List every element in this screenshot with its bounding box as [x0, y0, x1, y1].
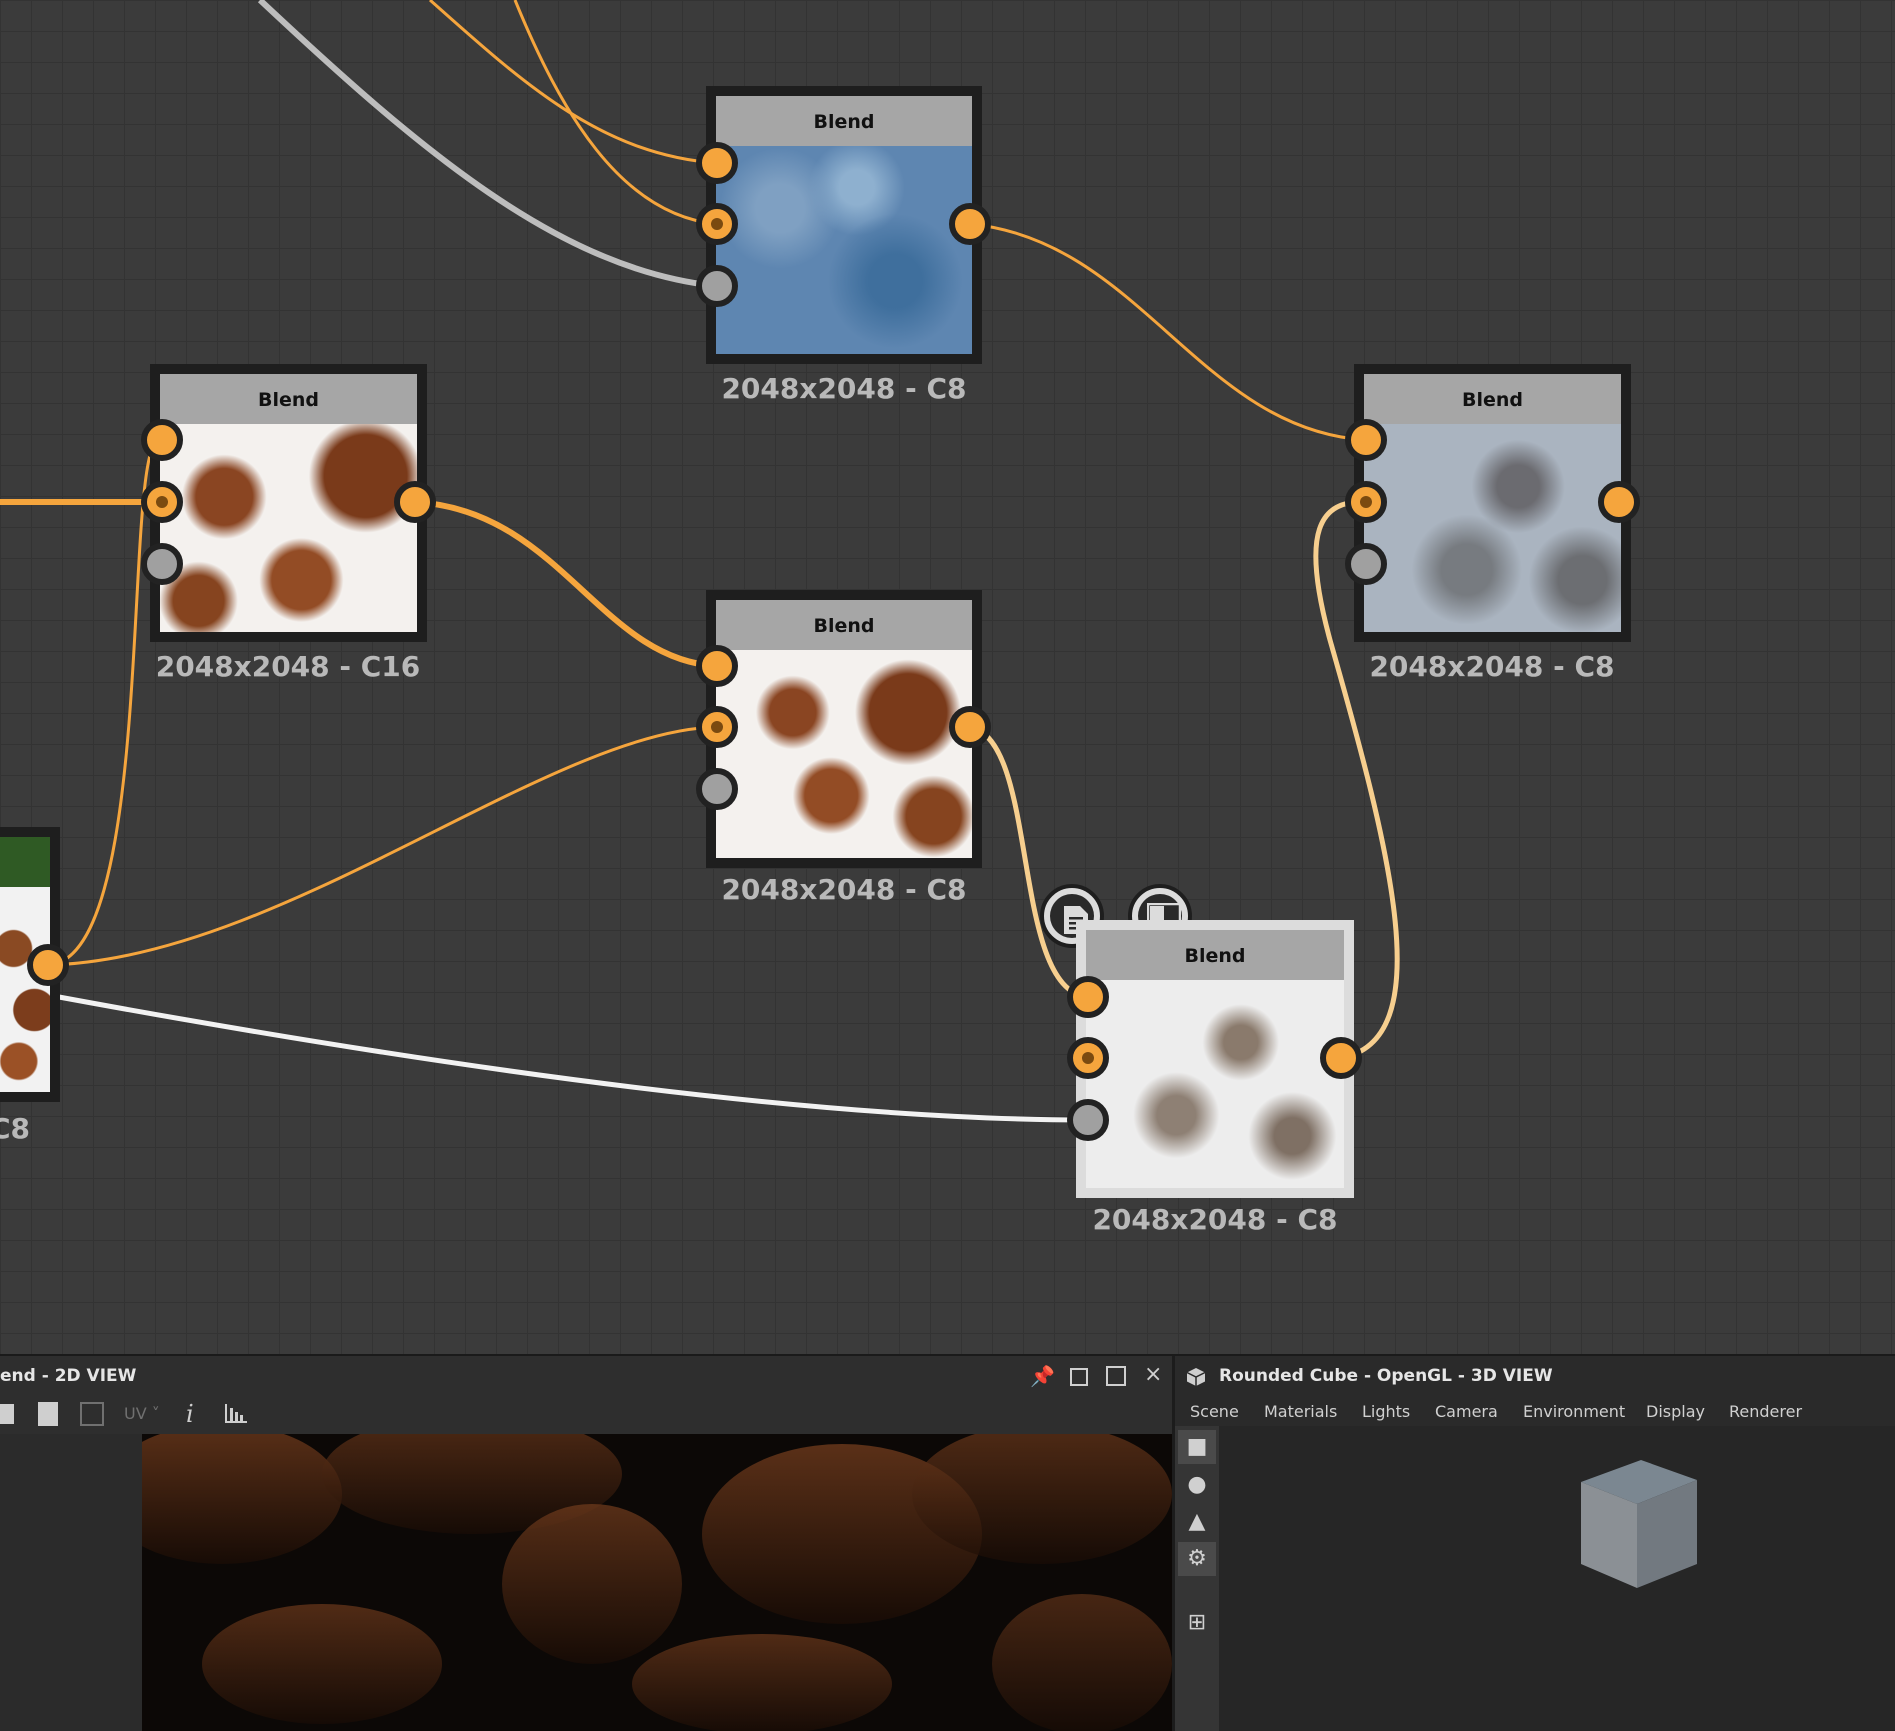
menu-camera[interactable]: Camera [1435, 1402, 1498, 1421]
mask-port[interactable] [1067, 1099, 1109, 1141]
node-resolution-label: 2048x2048 - C8 [1092, 1203, 1338, 1236]
view-2d-panel: end - 2D VIEW 📌 × UV ˅ i [0, 1356, 1172, 1731]
node-title: Blend [716, 96, 972, 146]
output-port[interactable] [949, 706, 991, 748]
node-resolution-label: C8 [0, 1112, 30, 1145]
input-port[interactable] [141, 481, 183, 523]
node-thumbnail [1364, 424, 1621, 632]
output-port[interactable] [394, 481, 436, 523]
blend-node-top[interactable]: Blend [706, 86, 982, 364]
input-port[interactable] [1067, 976, 1109, 1018]
mask-port[interactable] [1345, 543, 1387, 585]
viewport-3d[interactable] [1219, 1426, 1895, 1731]
wire [414, 499, 718, 669]
menu-renderer[interactable]: Renderer [1729, 1402, 1802, 1421]
float-icon[interactable] [1070, 1368, 1088, 1386]
node-graph-canvas[interactable]: C8 Blend 2048x2048 - C8 Blend 2048x2048 … [0, 0, 1895, 1354]
light-icon[interactable]: ● [1178, 1468, 1216, 1502]
blend-node-left[interactable]: Blend [150, 364, 427, 642]
uv-dropdown[interactable]: UV ˅ [124, 1404, 160, 1423]
rounded-cube-model [1581, 1460, 1697, 1588]
wire [257, 0, 718, 289]
wireframe-icon[interactable]: ⊞ [1178, 1606, 1216, 1640]
input-port[interactable] [1345, 481, 1387, 523]
node-resolution-label: 2048x2048 - C8 [1369, 650, 1615, 683]
tile-icon[interactable] [80, 1402, 104, 1426]
wire [47, 438, 163, 967]
wire [47, 992, 1089, 1123]
wire [969, 222, 1367, 442]
wire [429, 0, 718, 165]
histogram-icon[interactable] [224, 1402, 248, 1424]
node-thumbnail [716, 650, 972, 858]
pin-icon[interactable]: 📌 [1030, 1364, 1055, 1388]
menu-materials[interactable]: Materials [1264, 1402, 1337, 1421]
output-port[interactable] [1320, 1037, 1362, 1079]
environment-icon[interactable]: ▲ [1178, 1505, 1216, 1539]
menu-lights[interactable]: Lights [1362, 1402, 1410, 1421]
maximize-icon[interactable] [1106, 1366, 1126, 1386]
node-resolution-label: 2048x2048 - C8 [721, 372, 967, 405]
output-port[interactable] [949, 203, 991, 245]
node-title: Blend [160, 374, 417, 424]
cube-icon [1186, 1368, 1206, 1386]
wire [47, 725, 718, 967]
info-icon[interactable]: i [186, 1400, 194, 1428]
wire [513, 0, 718, 226]
mask-port[interactable] [141, 543, 183, 585]
mask-port[interactable] [696, 768, 738, 810]
texture-2d-view[interactable] [142, 1434, 1172, 1731]
view-2d-gutter [0, 1434, 142, 1731]
input-port[interactable] [696, 203, 738, 245]
input-port[interactable] [1345, 419, 1387, 461]
input-port[interactable] [696, 706, 738, 748]
input-port[interactable] [1067, 1037, 1109, 1079]
node-resolution-label: 2048x2048 - C16 [155, 650, 421, 683]
menu-environment[interactable]: Environment [1523, 1402, 1625, 1421]
node-thumbnail [0, 837, 50, 887]
node-title: Blend [716, 600, 972, 650]
view-3d-sidebar: ■ ● ▲ ⚙ ⊞ [1175, 1426, 1219, 1731]
wire [969, 724, 1089, 1000]
save-icon[interactable] [0, 1404, 14, 1424]
blend-node-right[interactable]: Blend [1354, 364, 1631, 642]
node-thumbnail [0, 887, 50, 1092]
panel-title: Rounded Cube - OpenGL - 3D VIEW [1219, 1366, 1553, 1386]
close-icon[interactable]: × [1144, 1362, 1162, 1387]
copy-icon[interactable] [38, 1402, 58, 1426]
panel-title: end - 2D VIEW [0, 1366, 137, 1386]
input-port[interactable] [696, 142, 738, 184]
output-port[interactable] [1598, 481, 1640, 523]
uv-label: UV [124, 1404, 147, 1423]
menu-scene[interactable]: Scene [1190, 1402, 1239, 1421]
output-port[interactable] [27, 944, 69, 986]
camera-icon[interactable]: ■ [1178, 1430, 1216, 1464]
input-port[interactable] [696, 645, 738, 687]
mask-port[interactable] [696, 265, 738, 307]
node-thumbnail [1086, 980, 1344, 1188]
view-3d-panel: Rounded Cube - OpenGL - 3D VIEW Scene Ma… [1175, 1356, 1895, 1731]
menu-display[interactable]: Display [1646, 1402, 1705, 1421]
input-port[interactable] [141, 419, 183, 461]
blend-node-middle[interactable]: Blend [706, 590, 982, 868]
node-title: Blend [1086, 930, 1344, 980]
node-title: Blend [1364, 374, 1621, 424]
node-thumbnail [716, 146, 972, 354]
node-thumbnail [160, 424, 417, 632]
blend-node-selected[interactable]: Blend [1076, 920, 1354, 1198]
render-icon[interactable]: ⚙ [1178, 1542, 1216, 1576]
node-resolution-label: 2048x2048 - C8 [721, 873, 967, 906]
